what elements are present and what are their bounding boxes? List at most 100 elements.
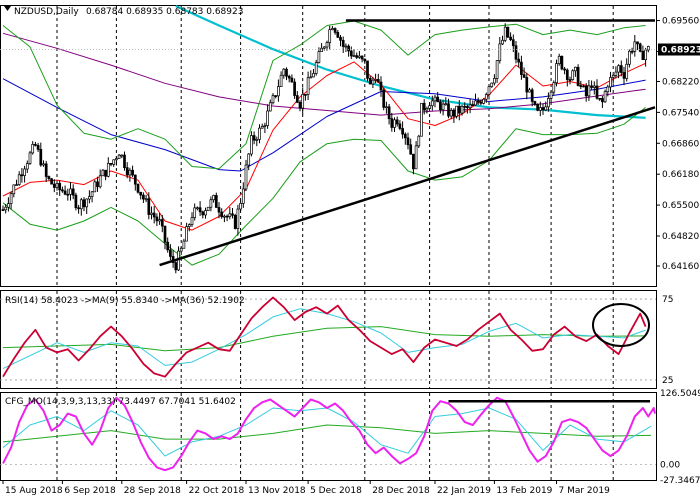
candle-body: [549, 91, 553, 99]
candle-body: [474, 100, 477, 106]
candle-body: [420, 102, 423, 137]
candle-body: [347, 45, 350, 52]
price-tick-label: 0.64160: [662, 262, 699, 272]
candle-body: [509, 36, 512, 41]
candle-body: [625, 63, 629, 79]
current-price-label: 0.68923: [661, 46, 700, 56]
candle-body: [255, 139, 259, 141]
candle-body: [285, 68, 288, 77]
candle-body: [225, 215, 229, 218]
cfg-tick-label: 126.5049: [660, 389, 700, 399]
candle-body: [457, 105, 461, 114]
candle-body: [63, 190, 67, 195]
candle-body: [341, 39, 345, 47]
candle-body: [85, 198, 89, 208]
candle-body: [503, 26, 507, 41]
candle-body: [455, 105, 458, 117]
candle-body: [495, 60, 499, 79]
candle-body: [117, 154, 121, 159]
candle-body: [382, 89, 386, 108]
candle-body: [185, 226, 188, 242]
candle-body: [163, 225, 167, 243]
candle-body: [133, 174, 137, 185]
rsi-tick-label: 25: [662, 376, 673, 386]
candle-body: [47, 176, 51, 180]
candle-body: [277, 86, 280, 97]
candle-body: [449, 110, 453, 117]
candle-body: [106, 163, 110, 177]
candle-body: [312, 73, 315, 78]
candle-body: [28, 152, 32, 164]
candle-body: [201, 211, 205, 216]
candle-body: [520, 61, 523, 75]
candle-body: [592, 85, 596, 88]
price-tick-label: 0.66860: [662, 139, 699, 149]
ohlc-values: 0.68784 0.68935 0.68783 0.68923: [86, 7, 243, 17]
candle-body: [409, 144, 413, 155]
chart-background: [0, 0, 700, 500]
candle-body: [393, 119, 396, 128]
x-tick-label: 22 Jan 2019: [437, 486, 491, 496]
candle-body: [358, 55, 361, 58]
candle-body: [295, 95, 299, 103]
candle-body: [220, 211, 224, 218]
candle-body: [204, 210, 207, 216]
candle-body: [166, 241, 170, 251]
candle-body: [109, 163, 113, 165]
candle-body: [360, 55, 364, 60]
candle-body: [439, 101, 442, 111]
candle-body: [538, 107, 542, 111]
candle-body: [231, 213, 234, 216]
candle-body: [611, 75, 615, 78]
candle-body: [158, 219, 161, 222]
candle-body: [206, 206, 210, 211]
candle-body: [250, 135, 253, 155]
candle-body: [7, 203, 10, 208]
candle-body: [406, 137, 410, 146]
candle-body: [309, 76, 313, 79]
candle-body: [619, 65, 623, 73]
candle-body: [279, 74, 283, 87]
candle-body: [601, 98, 604, 103]
candle-body: [590, 85, 593, 88]
candle-body: [425, 108, 429, 111]
candle-body: [52, 183, 56, 188]
candle-body: [398, 123, 402, 129]
candle-body: [371, 79, 375, 85]
candle-body: [530, 89, 534, 102]
candle-body: [579, 85, 583, 87]
candle-body: [31, 144, 35, 154]
candle-body: [401, 128, 404, 135]
candle-body: [136, 183, 140, 193]
candle-body: [644, 49, 647, 61]
x-tick-label: 5 Dec 2018: [310, 486, 362, 496]
candle-body: [155, 216, 159, 222]
candle-body: [595, 85, 599, 99]
candle-body: [142, 194, 145, 200]
candle-body: [349, 50, 353, 57]
candle-body: [636, 41, 639, 45]
candle-body: [252, 135, 256, 141]
candle-body: [44, 163, 48, 177]
candle-body: [560, 55, 564, 70]
candle-body: [304, 94, 307, 96]
candle-body: [209, 199, 213, 208]
candle-body: [522, 74, 526, 78]
candle-body: [471, 104, 475, 107]
rsi-title: RSI(14) 58.4023 ->MA(9) 55.8340 ->MA(36)…: [5, 296, 245, 306]
candle-body: [144, 198, 148, 201]
candle-body: [476, 100, 480, 103]
candle-body: [344, 45, 348, 48]
symbol-label: NZDUSD,Daily: [14, 7, 79, 17]
candle-body: [104, 169, 107, 177]
candle-body: [641, 50, 645, 61]
candle-body: [9, 193, 13, 204]
candle-body: [514, 45, 518, 60]
candle-body: [101, 169, 105, 177]
candle-body: [379, 81, 383, 91]
candle-body: [417, 135, 421, 147]
candle-body: [187, 224, 191, 227]
candle-body: [436, 96, 440, 103]
candle-body: [511, 39, 515, 47]
candle-body: [88, 196, 91, 200]
